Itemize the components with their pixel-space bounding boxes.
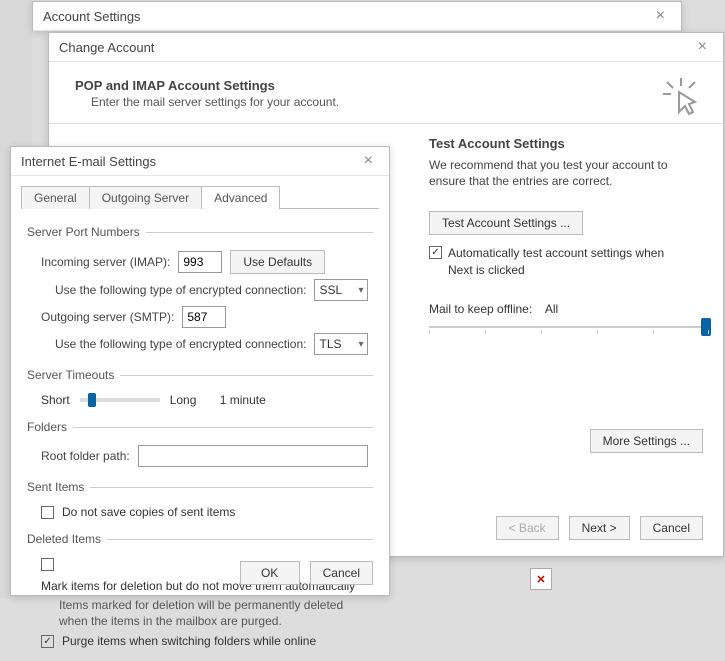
outgoing-encryption-value: TLS bbox=[319, 337, 341, 351]
chevron-down-icon: ▾ bbox=[358, 285, 363, 296]
close-icon[interactable]: × bbox=[358, 153, 379, 169]
internet-email-settings-window: Internet E-mail Settings × General Outgo… bbox=[10, 146, 390, 596]
mail-offline-label: Mail to keep offline: bbox=[429, 302, 532, 316]
no-copies-label: Do not save copies of sent items bbox=[62, 505, 235, 519]
cancel-button[interactable]: Cancel bbox=[310, 561, 373, 585]
server-ports-legend: Server Port Numbers bbox=[27, 225, 146, 239]
outgoing-encryption-select[interactable]: TLS ▾ bbox=[314, 333, 368, 355]
next-button[interactable]: Next > bbox=[569, 516, 630, 540]
incoming-encryption-value: SSL bbox=[319, 283, 342, 297]
timeout-short-label: Short bbox=[41, 393, 70, 407]
close-icon[interactable]: × bbox=[650, 8, 671, 24]
folders-legend: Folders bbox=[27, 420, 73, 434]
back-button[interactable]: < Back bbox=[496, 516, 559, 540]
outgoing-port-input[interactable] bbox=[182, 306, 226, 328]
account-settings-title: Account Settings bbox=[43, 9, 141, 24]
pop-imap-heading: POP and IMAP Account Settings bbox=[75, 78, 701, 93]
no-copies-checkbox[interactable] bbox=[41, 506, 54, 519]
more-settings-button[interactable]: More Settings ... bbox=[590, 429, 703, 453]
root-folder-input[interactable] bbox=[138, 445, 368, 467]
tab-advanced[interactable]: Advanced bbox=[201, 186, 280, 209]
purge-checkbox[interactable] bbox=[41, 635, 54, 648]
close-icon[interactable]: × bbox=[692, 39, 713, 55]
mark-deletion-note: Items marked for deletion will be perman… bbox=[59, 598, 369, 629]
incoming-server-label: Incoming server (IMAP): bbox=[41, 255, 170, 269]
deleted-items-legend: Deleted Items bbox=[27, 532, 107, 546]
broken-image-icon: ✕ bbox=[530, 568, 552, 590]
tab-outgoing-server[interactable]: Outgoing Server bbox=[89, 186, 202, 209]
incoming-port-input[interactable] bbox=[178, 251, 222, 273]
outgoing-server-label: Outgoing server (SMTP): bbox=[41, 310, 174, 324]
sent-items-legend: Sent Items bbox=[27, 480, 90, 494]
cancel-button[interactable]: Cancel bbox=[640, 516, 703, 540]
account-settings-window: Account Settings × bbox=[32, 1, 682, 31]
auto-test-label: Automatically test account settings when… bbox=[448, 245, 688, 277]
timeout-value: 1 minute bbox=[220, 393, 266, 407]
email-settings-title: Internet E-mail Settings bbox=[21, 154, 156, 169]
ok-button[interactable]: OK bbox=[240, 561, 300, 585]
pop-imap-subheading: Enter the mail server settings for your … bbox=[91, 95, 701, 109]
chevron-down-icon: ▾ bbox=[358, 339, 363, 350]
change-account-title: Change Account bbox=[59, 40, 154, 55]
auto-test-checkbox[interactable] bbox=[429, 246, 442, 259]
test-settings-desc: We recommend that you test your account … bbox=[429, 157, 703, 189]
mark-deletion-checkbox[interactable] bbox=[41, 558, 54, 571]
outgoing-encryption-label: Use the following type of encrypted conn… bbox=[55, 337, 306, 351]
test-account-button[interactable]: Test Account Settings ... bbox=[429, 211, 583, 235]
incoming-encryption-select[interactable]: SSL ▾ bbox=[314, 279, 368, 301]
timeout-long-label: Long bbox=[170, 393, 197, 407]
use-defaults-button[interactable]: Use Defaults bbox=[230, 250, 325, 274]
test-settings-heading: Test Account Settings bbox=[429, 136, 703, 151]
cursor-click-icon bbox=[661, 76, 701, 116]
root-folder-label: Root folder path: bbox=[41, 449, 130, 463]
tab-general[interactable]: General bbox=[21, 186, 90, 209]
purge-label: Purge items when switching folders while… bbox=[62, 634, 316, 648]
timeout-slider[interactable] bbox=[80, 398, 160, 402]
incoming-encryption-label: Use the following type of encrypted conn… bbox=[55, 283, 306, 297]
server-timeouts-legend: Server Timeouts bbox=[27, 368, 120, 382]
mail-offline-value: All bbox=[545, 302, 558, 316]
